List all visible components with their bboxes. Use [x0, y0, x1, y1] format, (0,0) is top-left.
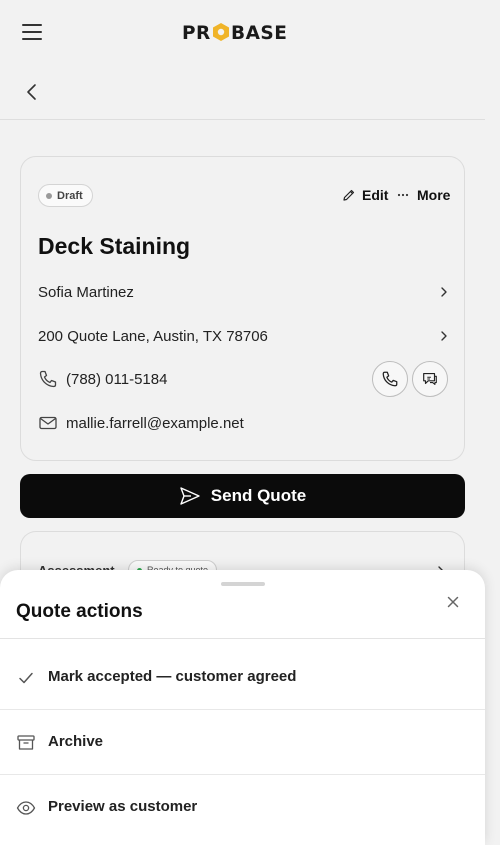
pencil-icon — [343, 189, 355, 201]
archive-box-icon — [17, 735, 35, 750]
svg-text:PR: PR — [182, 23, 211, 44]
sheet-title: Quote actions — [16, 601, 143, 622]
phone-icon — [382, 371, 398, 387]
archive-label: Archive — [48, 733, 104, 750]
quote-actions-sheet: Quote actions Mark accepted — customer a… — [0, 570, 485, 845]
edit-label: Edit — [362, 187, 389, 203]
email-address[interactable]: mallie.farrell@example.net — [66, 415, 244, 432]
top-bar: PR BASE — [0, 0, 485, 64]
call-button[interactable] — [372, 361, 408, 397]
customer-row[interactable]: Sofia Martinez — [38, 280, 450, 304]
hamburger-menu-icon[interactable] — [22, 24, 42, 40]
more-button[interactable]: More — [397, 187, 450, 203]
address-row[interactable]: 200 Quote Lane, Austin, TX 78706 — [38, 324, 450, 348]
send-quote-label: Send Quote — [210, 486, 307, 505]
status-label: Draft — [57, 189, 83, 202]
chevron-right-icon — [441, 287, 447, 297]
probase-logo: PR BASE — [182, 23, 287, 44]
quote-card: Draft Edit More Deck Staining Sofia Mart… — [20, 156, 465, 461]
send-icon — [180, 487, 200, 505]
ellipsis-icon — [397, 193, 409, 197]
preview-as-customer-action[interactable]: Preview as customer — [0, 776, 485, 840]
message-button[interactable] — [412, 361, 448, 397]
sub-header — [0, 64, 485, 120]
customer-name: Sofia Martinez — [38, 283, 134, 301]
address-text: 200 Quote Lane, Austin, TX 78706 — [38, 327, 268, 345]
close-icon[interactable] — [445, 594, 461, 610]
email-row: mallie.farrell@example.net — [38, 411, 450, 435]
preview-label: Preview as customer — [48, 798, 198, 815]
svg-text:BASE: BASE — [231, 23, 287, 44]
quote-title: Deck Staining — [38, 233, 191, 259]
status-dot — [46, 192, 52, 199]
phone-number[interactable]: (788) 011-5184 — [66, 371, 167, 388]
chevron-left-icon[interactable] — [22, 82, 42, 102]
phone-icon — [39, 370, 57, 388]
sheet-drag-handle[interactable] — [221, 582, 265, 586]
send-quote-button[interactable]: Send Quote — [20, 474, 465, 518]
chevron-right-icon — [441, 331, 447, 341]
check-icon — [19, 672, 33, 684]
eye-icon — [16, 801, 36, 815]
edit-button[interactable]: Edit — [342, 187, 388, 203]
mark-accepted-action[interactable]: Mark accepted — customer agreed — [0, 646, 485, 710]
mark-accepted-label: Mark accepted — customer agreed — [48, 668, 297, 685]
status-badge: Draft — [38, 184, 93, 207]
more-label: More — [417, 187, 451, 203]
archive-action[interactable]: Archive — [0, 711, 485, 775]
sheet-divider — [0, 638, 485, 639]
envelope-icon — [39, 416, 57, 430]
chat-bubbles-icon — [423, 373, 437, 385]
